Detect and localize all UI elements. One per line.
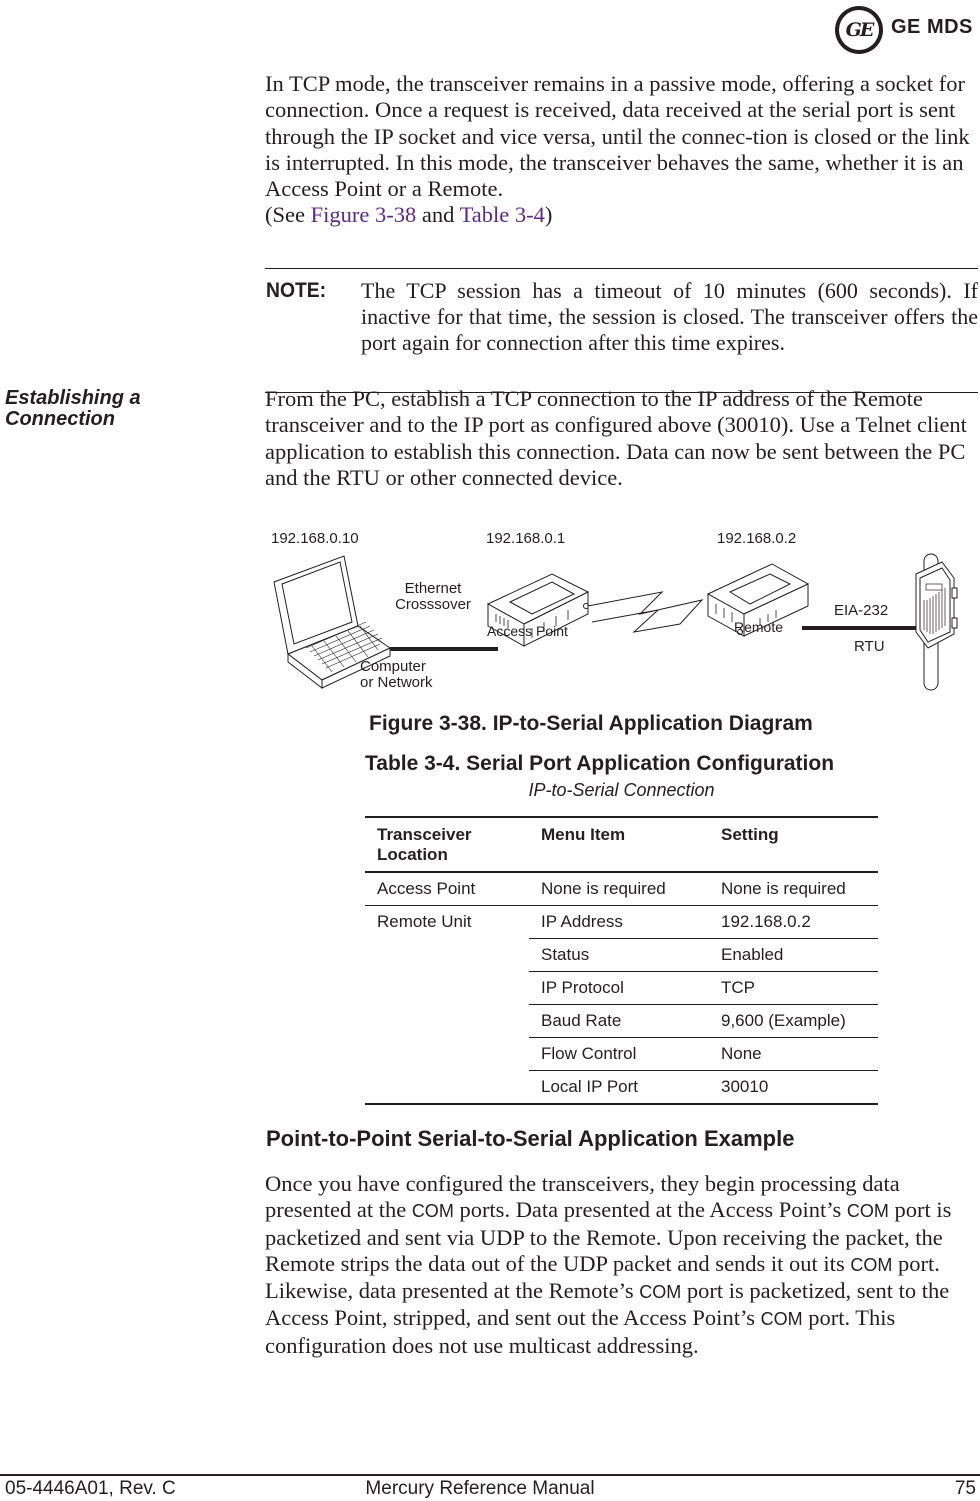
table-subcaption: IP-to-Serial Connection	[528, 780, 715, 800]
footer-page-number: 75	[954, 1478, 976, 1499]
table-caption: Table 3-4. Serial Port Application Confi…	[365, 752, 835, 775]
wireless-link-icon	[587, 591, 704, 633]
cell-menu-item: Baud Rate	[529, 1004, 709, 1038]
note-divider-top	[265, 268, 978, 269]
remote-label: Remote	[734, 619, 784, 635]
access-point-label: Access Point	[487, 623, 568, 639]
cell-location	[365, 1005, 529, 1038]
com-port-term: COM	[639, 1282, 682, 1303]
ip-to-serial-diagram: 192.168.0.10 192.168.0.1 192.168.0.2 Eth…	[262, 522, 980, 700]
section-heading-p2p: Point-to-Point Serial-to-Serial Applicat…	[266, 1126, 795, 1151]
table-row: Access Point None is required None is re…	[365, 871, 878, 906]
cell-menu-item: IP Protocol	[529, 971, 709, 1005]
header-menu-item: Menu Item	[529, 816, 709, 873]
cell-setting: None is required	[709, 871, 878, 906]
table-row: Local IP Port 30010	[365, 1070, 878, 1105]
cell-menu-item: None is required	[529, 871, 709, 906]
cell-setting: 192.168.0.2	[709, 905, 878, 939]
rtu-label: RTU	[854, 638, 885, 655]
cell-setting: None	[709, 1037, 878, 1071]
com-port-term: COM	[411, 1201, 454, 1222]
access-point-ip-label: 192.168.0.1	[486, 530, 566, 547]
cell-setting: Enabled	[709, 938, 878, 972]
table-row: Flow Control None	[365, 1037, 878, 1071]
cell-menu-item: Flow Control	[529, 1037, 709, 1071]
cell-location: Access Point	[377, 879, 476, 898]
figure-3-38-link[interactable]: Figure 3-38	[311, 202, 417, 227]
com-port-term: COM	[846, 1201, 889, 1222]
remote-ip-label: 192.168.0.2	[717, 530, 797, 547]
com-port-term: COM	[850, 1254, 893, 1275]
p2p-paragraph: Once you have configured the transceiver…	[265, 1171, 952, 1358]
computer-network-label: Computer or Network	[360, 658, 433, 691]
table-row: Status Enabled	[365, 938, 878, 972]
cell-setting: 9,600 (Example)	[709, 1004, 878, 1038]
table-row: Baud Rate 9,600 (Example)	[365, 1004, 878, 1038]
cell-location	[365, 939, 529, 972]
ge-mds-logo: GE GE MDS	[835, 4, 980, 54]
cell-menu-item: Local IP Port	[529, 1070, 709, 1105]
com-port-term: COM	[760, 1309, 803, 1330]
cell-setting: TCP	[709, 971, 878, 1005]
computer-ip-label: 192.168.0.10	[271, 530, 359, 547]
ethernet-crossover-label: Ethernet Crosssover	[395, 580, 471, 613]
eia232-label: EIA-232	[834, 602, 889, 619]
table-row: Remote Unit IP Address 192.168.0.2	[365, 905, 878, 939]
cell-location: Remote Unit	[365, 905, 529, 939]
cell-location	[365, 1070, 529, 1105]
logo-wordmark: GE MDS	[891, 16, 973, 38]
table-3-4-link[interactable]: Table 3-4	[460, 202, 545, 227]
ge-monogram-icon: GE	[835, 6, 883, 54]
serial-port-config-table: Transceiver Location Menu Item Setting Ac…	[365, 816, 878, 1105]
note-label: NOTE:	[266, 279, 327, 302]
header-setting: Setting	[709, 816, 878, 873]
establishing-paragraph: From the PC, establish a TCP connection …	[265, 386, 967, 490]
cell-location	[365, 1038, 529, 1071]
cell-setting: 30010	[709, 1070, 878, 1105]
side-heading-establishing-connection: Establishing a Connection	[5, 387, 141, 430]
intro-paragraph: In TCP mode, the transceiver remains in …	[265, 71, 970, 228]
cell-menu-item: IP Address	[529, 905, 709, 939]
footer-divider	[0, 1474, 980, 1476]
table-row: IP Protocol TCP	[365, 971, 878, 1005]
footer-manual-title: Mercury Reference Manual	[365, 1478, 595, 1499]
header-transceiver-location: Transceiver Location	[365, 816, 529, 873]
cell-location	[365, 972, 529, 1005]
note-text: The TCP session has a timeout of 10 minu…	[361, 278, 978, 355]
cell-menu-item: Status	[529, 938, 709, 972]
intro-text: In TCP mode, the transceiver remains in …	[265, 71, 970, 202]
table-header-row: Transceiver Location Menu Item Setting	[365, 816, 878, 873]
rtu-enclosure-icon	[915, 561, 958, 649]
